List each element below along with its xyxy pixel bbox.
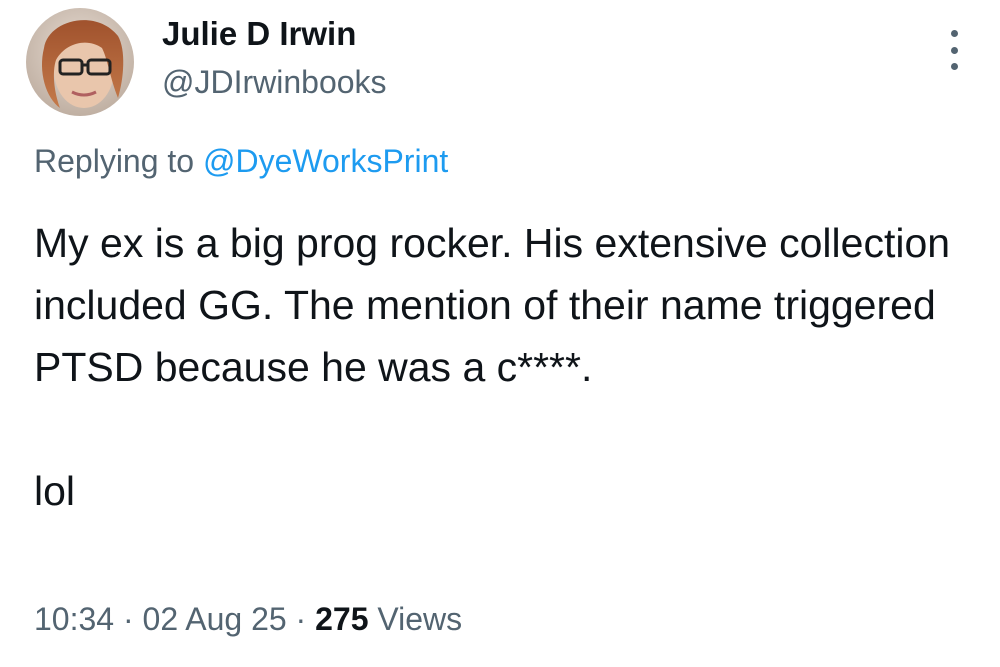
- replying-to: Replying to @DyeWorksPrint: [34, 140, 448, 182]
- tweet-meta: 10:34 · 02 Aug 25 · 275 Views: [34, 598, 462, 640]
- avatar[interactable]: [26, 8, 134, 116]
- tweet: Julie D Irwin @JDIrwinbooks Replying to …: [0, 0, 1000, 667]
- tweet-text: My ex is a big prog rocker. His extensiv…: [34, 212, 984, 522]
- replying-to-label: Replying to: [34, 143, 203, 179]
- author-names: Julie D Irwin @JDIrwinbooks: [162, 13, 387, 103]
- more-dot: [950, 46, 958, 54]
- tweet-time[interactable]: 10:34: [34, 601, 114, 637]
- author-display-name[interactable]: Julie D Irwin: [162, 13, 387, 55]
- views-label: Views: [368, 601, 463, 637]
- tweet-paragraph: lol: [34, 468, 76, 514]
- tweet-header: Julie D Irwin @JDIrwinbooks: [26, 8, 387, 116]
- tweet-date[interactable]: 02 Aug 25: [143, 601, 287, 637]
- avatar-image: [26, 8, 134, 116]
- author-handle[interactable]: @JDIrwinbooks: [162, 61, 387, 103]
- more-dot: [950, 63, 958, 70]
- meta-separator: ·: [286, 601, 316, 637]
- more-dot: [950, 30, 958, 37]
- tweet-paragraph: My ex is a big prog rocker. His extensiv…: [34, 220, 951, 390]
- meta-separator: ·: [114, 601, 143, 637]
- views-count[interactable]: 275: [315, 601, 368, 637]
- more-vertical-icon[interactable]: [944, 30, 964, 70]
- reply-target-link[interactable]: @DyeWorksPrint: [203, 143, 448, 179]
